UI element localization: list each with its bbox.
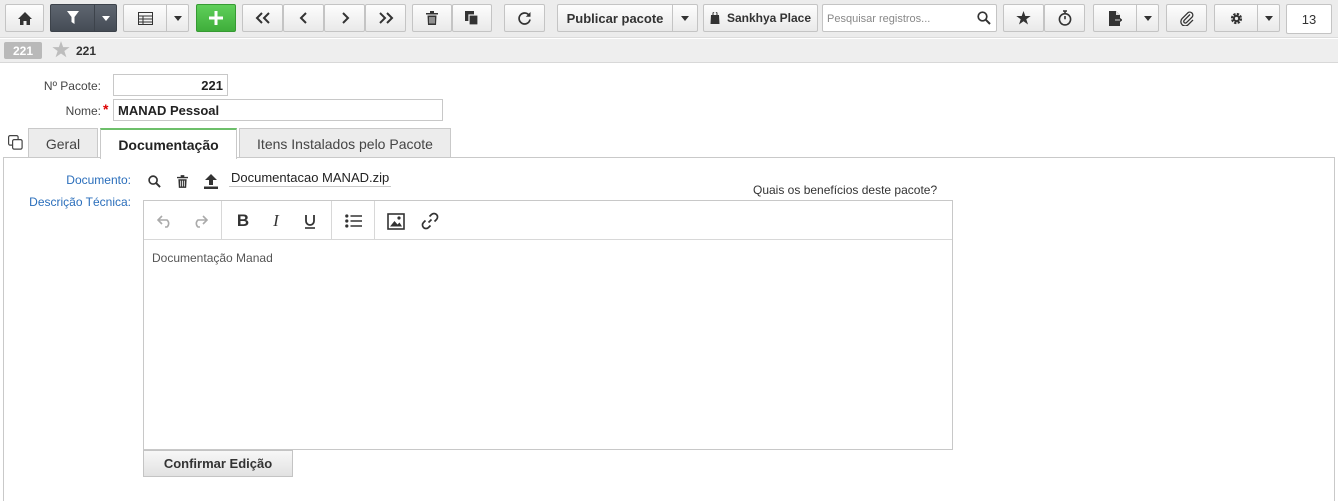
tab-itens-instalados-label: Itens Instalados pelo Pacote	[257, 135, 433, 152]
next-record-button[interactable]	[324, 4, 365, 32]
paperclip-icon	[1179, 10, 1195, 26]
bold-icon[interactable]: B	[232, 210, 254, 232]
bag-icon	[710, 12, 720, 24]
attachments-button[interactable]	[1166, 4, 1207, 32]
refresh-icon	[517, 11, 532, 26]
report-file-icon	[1094, 10, 1136, 26]
underline-icon[interactable]	[299, 210, 321, 232]
gear-icon	[1215, 11, 1257, 26]
home-icon	[17, 11, 33, 26]
chevron-left-icon	[299, 12, 309, 24]
editor-separator	[331, 201, 332, 240]
grid-caret-icon[interactable]	[166, 5, 188, 31]
plus-icon	[209, 11, 223, 25]
delete-document-icon[interactable]	[173, 172, 191, 190]
search-box[interactable]	[822, 4, 997, 32]
chevron-right-icon	[340, 12, 350, 24]
italic-icon[interactable]: I	[265, 210, 287, 232]
duplicate-record-button[interactable]	[452, 4, 492, 32]
nome-field[interactable]: MANAD Pessoal	[113, 99, 443, 121]
editor-content[interactable]: Documentação Manad	[152, 251, 273, 265]
record-bar: 221 221	[0, 39, 1338, 63]
copy-window-icon[interactable]	[8, 135, 23, 153]
refresh-button[interactable]	[504, 4, 545, 32]
favorite-button[interactable]	[1003, 4, 1044, 32]
grid-icon	[124, 11, 166, 25]
confirm-edit-label: Confirmar Edição	[163, 456, 273, 471]
search-document-icon[interactable]	[145, 172, 163, 190]
home-button[interactable]	[5, 4, 44, 32]
rich-text-editor[interactable]: B I Documentação Manad	[143, 200, 953, 450]
editor-toolbar: B I	[144, 201, 952, 240]
pacote-number-field[interactable]: 221	[113, 74, 228, 96]
image-icon[interactable]	[385, 210, 407, 232]
timer-button[interactable]	[1044, 4, 1085, 32]
stopwatch-icon	[1058, 10, 1072, 26]
sankhya-place-label: Sankhya Place	[726, 11, 812, 25]
tab-geral-label: Geral	[45, 135, 81, 152]
delete-record-button[interactable]	[412, 4, 452, 32]
document-filename[interactable]: Documentacao MANAD.zip	[229, 169, 392, 187]
add-record-button[interactable]	[196, 4, 236, 32]
search-input[interactable]	[827, 10, 975, 27]
first-record-button[interactable]	[242, 4, 283, 32]
grid-view-button[interactable]	[123, 4, 189, 32]
search-icon[interactable]	[977, 11, 991, 28]
main-toolbar: Publicar pacote Sankhya Place Pesquisar …	[0, 0, 1338, 38]
filter-caret-icon[interactable]	[94, 5, 116, 31]
record-count: 13	[1286, 4, 1332, 34]
reports-caret-icon[interactable]	[1136, 5, 1158, 31]
tab-documentacao[interactable]: Documentação	[100, 128, 237, 159]
star-icon	[1016, 11, 1031, 25]
link-icon[interactable]	[419, 210, 441, 232]
undo-icon[interactable]	[154, 210, 176, 232]
redo-icon[interactable]	[189, 210, 211, 232]
required-asterisk: *	[103, 101, 109, 117]
publish-caret-icon[interactable]	[672, 5, 697, 31]
tab-geral[interactable]: Geral	[28, 128, 98, 158]
filter-button[interactable]	[50, 4, 117, 32]
filter-icon	[51, 10, 94, 26]
previous-record-button[interactable]	[283, 4, 324, 32]
upload-icon[interactable]	[202, 172, 220, 190]
last-record-button[interactable]	[365, 4, 406, 32]
settings-button[interactable]	[1214, 4, 1280, 32]
favorite-star-icon[interactable]	[52, 41, 70, 61]
editor-separator	[221, 201, 222, 240]
reports-button[interactable]	[1093, 4, 1159, 32]
descricao-tecnica-label: Descrição Técnica:	[29, 195, 131, 209]
pacote-label: Nº Pacote:	[43, 79, 101, 93]
tab-itens-instalados[interactable]: Itens Instalados pelo Pacote	[239, 128, 451, 158]
double-chevron-left-icon	[255, 12, 271, 24]
editor-separator	[374, 201, 375, 240]
trash-icon	[426, 11, 438, 25]
copy-icon	[465, 11, 479, 25]
record-title: 221	[76, 44, 97, 58]
sankhya-place-button[interactable]: Sankhya Place	[703, 4, 818, 32]
confirm-edit-button[interactable]: Confirmar Edição	[143, 450, 293, 477]
publish-package-label: Publicar pacote	[566, 10, 664, 26]
nome-label: Nome:	[65, 104, 101, 118]
settings-caret-icon[interactable]	[1257, 5, 1279, 31]
double-chevron-right-icon	[378, 12, 394, 24]
publish-package-button[interactable]: Publicar pacote	[557, 4, 698, 32]
bullet-list-icon[interactable]	[342, 210, 364, 232]
record-badge: 221	[4, 42, 42, 59]
tab-documentacao-label: Documentação	[118, 136, 219, 153]
benefits-link[interactable]: Quais os benefícios deste pacote?	[753, 183, 937, 197]
documento-label: Documento:	[66, 173, 131, 187]
